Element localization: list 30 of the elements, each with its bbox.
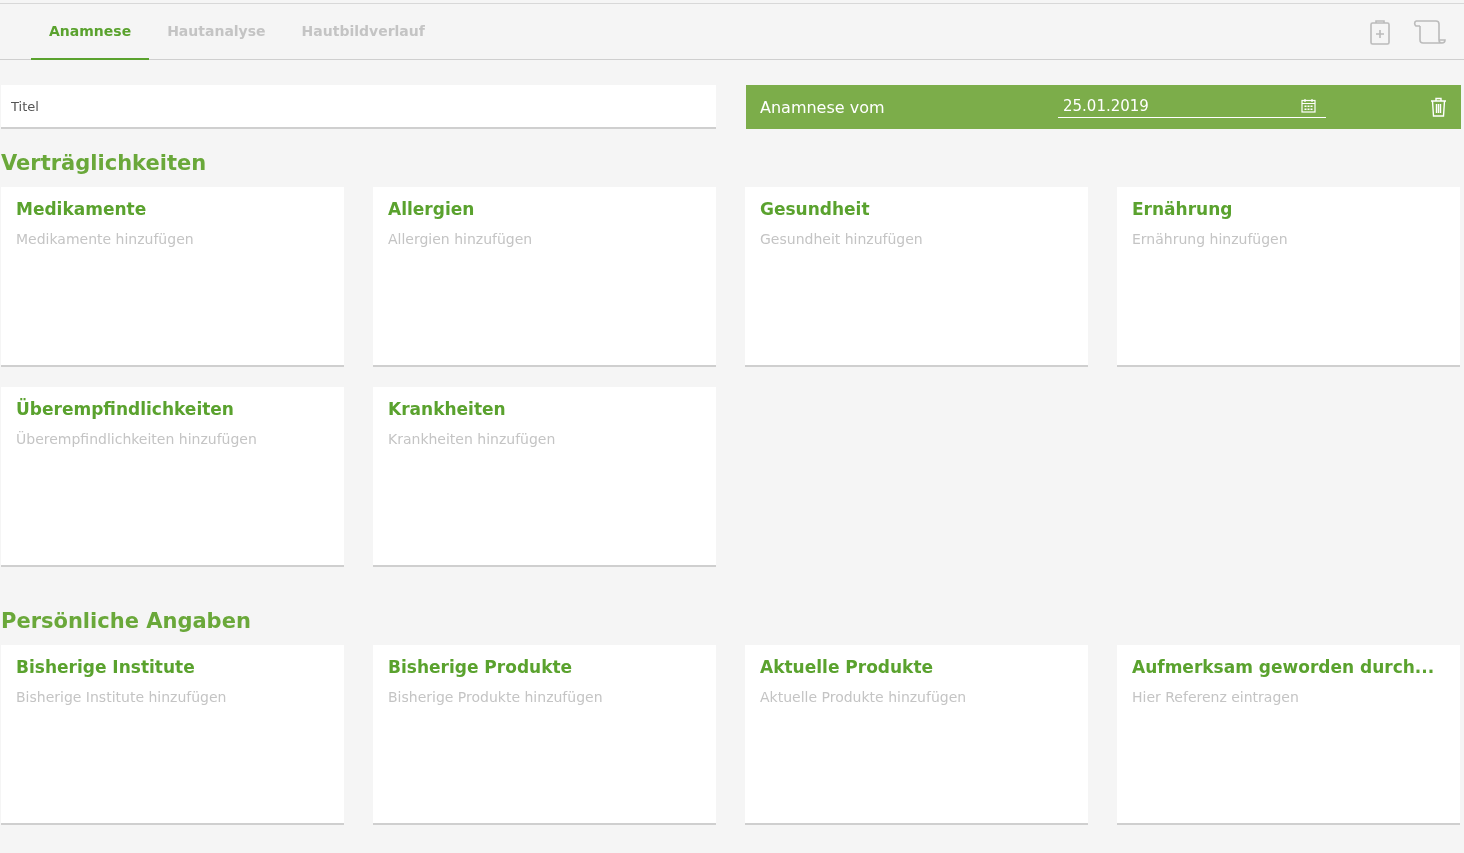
input-field[interactable]: Aktuelle Produkte hinzufügen [760,689,1073,705]
tab[interactable]: Anamnese [31,4,150,60]
input-field[interactable]: Hier Referenz eintragen [1132,689,1445,705]
card-title: Bisherige Produkte [388,657,574,677]
clipboard-plus-icon[interactable] [1369,17,1391,46]
input-field[interactable]: Gesundheit hinzufügen [760,231,1073,247]
card-title: Ernährung [1132,199,1234,219]
input-field[interactable]: Krankheiten hinzufügen [388,431,701,447]
calendar-icon[interactable] [1301,98,1316,113]
section-heading: Verträglichkeiten [1,150,208,177]
input-field[interactable]: Überempfindlichkeiten hinzufügen [16,431,329,447]
input-field[interactable]: Bisherige Produkte hinzufügen [388,689,701,705]
card-title: Allergien [388,199,476,219]
trash-icon[interactable] [1430,97,1447,117]
card-title: Bisherige Institute [16,657,196,677]
input-field[interactable]: Bisherige Institute hinzufügen [16,689,329,705]
card-title: Krankheiten [388,399,507,419]
date-label: Anamnese vom [760,97,886,117]
card-title: Medikamente [16,199,148,219]
title-field[interactable]: Titel [1,85,716,129]
date-field[interactable]: 25.01.2019 [1058,97,1326,118]
input-field[interactable]: Ernährung hinzufügen [1132,231,1445,247]
section-heading: Persönliche Angaben [1,608,252,635]
card-title: Überempfindlichkeiten [16,399,235,419]
card-title: Aufmerksam geworden durch... [1132,657,1436,677]
card-title: Aktuelle Produkte [760,657,935,677]
input-field[interactable]: Medikamente hinzufügen [16,231,329,247]
input-field[interactable]: Allergien hinzufügen [388,231,701,247]
card-title: Gesundheit [760,199,871,219]
scroll-icon[interactable] [1413,17,1447,46]
